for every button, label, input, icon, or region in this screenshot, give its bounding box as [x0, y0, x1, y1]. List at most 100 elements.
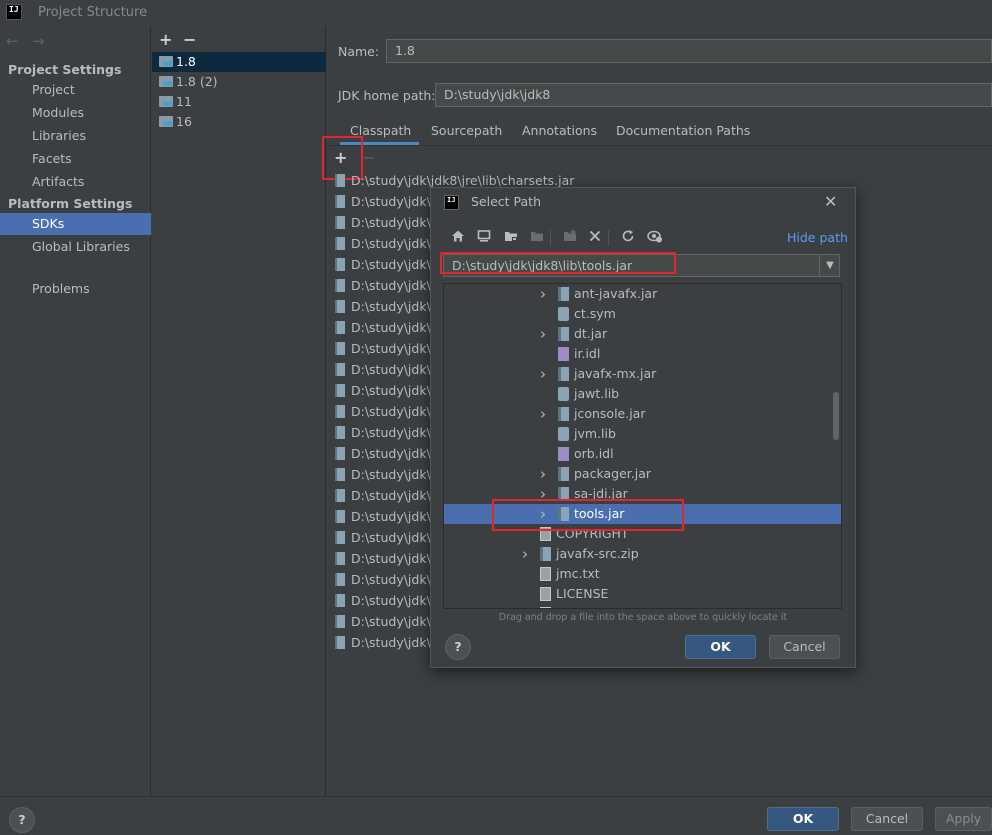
classpath-entry[interactable]: D:\study\jdk\j [335, 590, 435, 611]
tab-annotations[interactable]: Annotations [522, 123, 597, 145]
nav-item-modules[interactable]: Modules [0, 102, 151, 124]
classpath-entry[interactable]: D:\study\jdk\j [335, 464, 435, 485]
show-hidden-icon[interactable] [646, 229, 664, 247]
apply-button[interactable]: Apply [935, 807, 992, 831]
dialog-cancel-button[interactable]: Cancel [769, 635, 840, 659]
tab-documentation-paths[interactable]: Documentation Paths [616, 123, 750, 145]
classpath-entry[interactable]: D:\study\jdk\j [335, 338, 435, 359]
tree-item[interactable]: › javafx-src.zip [444, 544, 841, 564]
file-tree[interactable]: › ant-javafx.jar ct.sym › dt.jar ir.idl › javaf… [443, 283, 842, 609]
tree-item[interactable]: ir.idl [444, 344, 841, 364]
chevron-right-icon[interactable]: › [522, 544, 528, 564]
classpath-entry-label: D:\study\jdk\jdk8\jre\lib\charsets.jar [351, 173, 575, 188]
sdk-item[interactable]: 1.8 (2) [152, 72, 326, 92]
classpath-entry[interactable]: D:\study\jdk\j [335, 191, 435, 212]
home-icon[interactable] [449, 229, 467, 247]
tree-item[interactable]: › jconsole.jar [444, 404, 841, 424]
tree-item[interactable]: › ant-javafx.jar [444, 284, 841, 304]
classpath-entry[interactable]: D:\study\jdk\j [335, 569, 435, 590]
module-folder-icon[interactable] [528, 229, 546, 247]
chevron-right-icon[interactable]: › [540, 404, 546, 424]
help-button[interactable]: ? [9, 807, 35, 833]
intellij-app-icon: IJ [444, 195, 459, 210]
remove-classpath-button[interactable]: − [362, 148, 375, 167]
tree-item[interactable]: orb.idl [444, 444, 841, 464]
txt-file-icon [540, 607, 551, 608]
jar-icon [335, 489, 345, 502]
classpath-entry[interactable]: D:\study\jdk\j [335, 275, 435, 296]
sdk-list-panel: + − 1.8 1.8 (2) 11 16 [152, 26, 326, 796]
toolbar-separator [608, 230, 609, 246]
desktop-icon[interactable] [475, 229, 493, 247]
nav-item-artifacts[interactable]: Artifacts [0, 171, 151, 193]
classpath-entry[interactable]: D:\study\jdk\j [335, 485, 435, 506]
nav-item-facets[interactable]: Facets [0, 148, 151, 170]
tree-item-label: ant-javafx.jar [574, 286, 658, 301]
tree-item[interactable]: › dt.jar [444, 324, 841, 344]
scrollbar-thumb[interactable] [833, 392, 839, 440]
jdk-home-path-field[interactable]: D:\study\jdk\jdk8 [435, 83, 992, 107]
classpath-entry-label: D:\study\jdk\j [351, 215, 435, 230]
tree-item[interactable]: jmc.txt [444, 564, 841, 584]
nav-item-global-libraries[interactable]: Global Libraries [0, 236, 151, 258]
jdk-folder-icon [159, 56, 173, 67]
chevron-right-icon[interactable]: › [540, 284, 546, 304]
classpath-entry[interactable]: D:\study\jdk\j [335, 611, 435, 632]
sdk-item[interactable]: 11 [152, 92, 326, 112]
add-sdk-button[interactable]: + [159, 30, 172, 49]
classpath-entry-label: D:\study\jdk\j [351, 530, 435, 545]
classpath-entry[interactable]: D:\study\jdk\j [335, 401, 435, 422]
tree-item[interactable]: › packager.jar [444, 464, 841, 484]
tree-item[interactable]: README.html [444, 604, 841, 608]
back-arrow-icon[interactable]: ← [6, 32, 19, 50]
classpath-entry[interactable]: D:\study\jdk\j [335, 254, 435, 275]
forward-arrow-icon[interactable]: → [32, 32, 45, 50]
classpath-entry[interactable]: D:\study\jdk\j [335, 212, 435, 233]
classpath-entry[interactable]: D:\study\jdk\j [335, 380, 435, 401]
refresh-icon[interactable] [619, 229, 637, 247]
jar-icon [335, 447, 345, 460]
tree-item[interactable]: › javafx-mx.jar [444, 364, 841, 384]
project-folder-icon[interactable] [502, 229, 520, 247]
tree-item[interactable]: jawt.lib [444, 384, 841, 404]
classpath-entry[interactable]: D:\study\jdk\j [335, 443, 435, 464]
close-icon[interactable]: ✕ [824, 192, 837, 211]
classpath-entry-label: D:\study\jdk\j [351, 236, 435, 251]
classpath-entry[interactable]: D:\study\jdk\j [335, 422, 435, 443]
dialog-ok-button[interactable]: OK [685, 635, 756, 659]
tree-item[interactable]: ct.sym [444, 304, 841, 324]
classpath-entry[interactable]: D:\study\jdk\j [335, 632, 435, 653]
delete-icon[interactable] [586, 229, 604, 247]
help-button[interactable]: ? [445, 634, 471, 660]
sdk-item[interactable]: 16 [152, 112, 326, 132]
classpath-entry[interactable]: D:\study\jdk\j [335, 527, 435, 548]
project-settings-header: Project Settings [8, 62, 122, 77]
name-label: Name: [338, 44, 380, 59]
nav-item-sdks[interactable]: SDKs [0, 213, 151, 235]
sdk-item[interactable]: 1.8 [152, 52, 326, 72]
chevron-down-icon[interactable]: ▼ [819, 255, 840, 276]
tab-sourcepath[interactable]: Sourcepath [431, 123, 502, 145]
classpath-entry[interactable]: D:\study\jdk\j [335, 548, 435, 569]
nav-item-libraries[interactable]: Libraries [0, 125, 151, 147]
classpath-entry[interactable]: D:\study\jdk\j [335, 233, 435, 254]
sdk-name-field[interactable]: 1.8 [386, 39, 992, 63]
chevron-right-icon[interactable]: › [540, 364, 546, 384]
cancel-button[interactable]: Cancel [851, 807, 923, 831]
ok-button[interactable]: OK [767, 807, 839, 831]
title-bar: IJ Project Structure [0, 0, 992, 26]
nav-item-problems[interactable]: Problems [0, 278, 151, 300]
classpath-entry[interactable]: D:\study\jdk\j [335, 506, 435, 527]
remove-sdk-button[interactable]: − [183, 30, 196, 49]
classpath-entry[interactable]: D:\study\jdk\j [335, 296, 435, 317]
hide-path-link[interactable]: Hide path [787, 230, 848, 245]
chevron-right-icon[interactable]: › [540, 464, 546, 484]
tree-item[interactable]: LICENSE [444, 584, 841, 604]
classpath-entry[interactable]: D:\study\jdk\j [335, 317, 435, 338]
classpath-entry[interactable]: D:\study\jdk\j [335, 359, 435, 380]
jar-icon [335, 300, 345, 313]
tree-item[interactable]: jvm.lib [444, 424, 841, 444]
new-folder-icon[interactable] [561, 229, 579, 247]
chevron-right-icon[interactable]: › [540, 324, 546, 344]
nav-item-project[interactable]: Project [0, 79, 151, 101]
